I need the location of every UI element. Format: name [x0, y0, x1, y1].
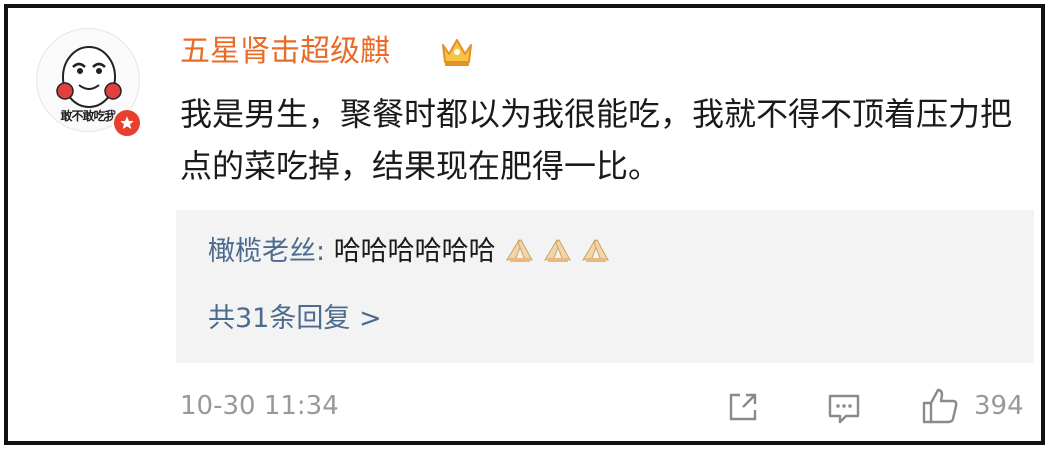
reply-author-link[interactable]: 橄榄老丝 — [208, 236, 316, 267]
comment-text: 我是男生，聚餐时都以为我很能吃，我就不得不顶着压力把点的菜吃掉，结果现在肥得一比… — [180, 95, 1013, 185]
pray-hands-emoji — [504, 234, 612, 273]
reply-box[interactable]: 橄榄老丝: 哈哈哈哈哈哈 共31条回复 > — [176, 210, 1034, 363]
like-icon[interactable] — [920, 386, 960, 426]
like-count: 394 — [974, 391, 1024, 421]
vip-star-icon — [112, 108, 142, 138]
more-replies-link[interactable]: 共31条回复 > — [208, 302, 382, 336]
reply-separator: : — [316, 236, 334, 267]
username-link[interactable]: 五星肾击超级麒 — [180, 34, 390, 70]
crown-icon — [442, 39, 472, 66]
timestamp: 10-30 11:34 — [180, 391, 339, 421]
reply-line: 橄榄老丝: 哈哈哈哈哈哈 — [208, 234, 612, 273]
reply-text: 哈哈哈哈哈哈 — [333, 236, 496, 267]
share-icon[interactable] — [726, 390, 760, 424]
comment-card: 敢不敢吃我 五星肾击超级麒 我是男生，聚餐时都以为我很能吃，我就不得不顶着压力把… — [4, 4, 1045, 445]
comment-icon[interactable] — [826, 392, 862, 426]
